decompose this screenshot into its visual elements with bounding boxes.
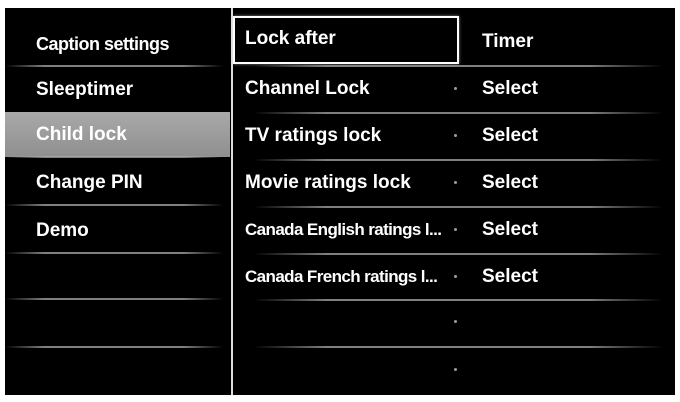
menu-item-empty: [5, 256, 230, 301]
row-dot: [454, 275, 457, 278]
row-dot: [454, 320, 457, 323]
submenu-item-channel-lock[interactable]: Channel Lock: [233, 66, 459, 112]
menu-item-sleeptimer[interactable]: Sleeptimer: [5, 67, 230, 112]
submenu-item-movie-ratings-lock[interactable]: Movie ratings lock: [233, 160, 459, 206]
divider: [5, 65, 223, 67]
divider: [5, 204, 223, 206]
row-dot: [454, 87, 457, 90]
value-movie-ratings-select[interactable]: Select: [465, 160, 675, 206]
divider: [5, 156, 223, 158]
divider: [5, 252, 223, 254]
divider: [253, 346, 663, 348]
tv-menu-screen: Caption settings Sleeptimer Child lock C…: [5, 8, 675, 395]
submenu-item-canada-french-ratings[interactable]: Canada French ratings l...: [233, 254, 459, 300]
row-dot: [454, 368, 457, 371]
submenu-item-canada-english-ratings[interactable]: Canada English ratings l...: [233, 207, 459, 253]
divider: [5, 298, 223, 300]
menu-item-empty: [5, 301, 230, 346]
menu-item-child-lock[interactable]: Child lock: [5, 112, 230, 157]
value-lock-after-timer[interactable]: Timer: [465, 19, 675, 65]
row-dot: [454, 181, 457, 184]
submenu-item-lock-after[interactable]: Lock after: [233, 16, 459, 64]
row-dot: [454, 228, 457, 231]
menu-item-caption-settings[interactable]: Caption settings: [5, 22, 230, 67]
value-canada-french-select[interactable]: Select: [465, 254, 675, 300]
divider: [5, 346, 223, 348]
value-tv-ratings-select[interactable]: Select: [465, 113, 675, 159]
menu-item-change-pin[interactable]: Change PIN: [5, 160, 230, 205]
menu-item-demo[interactable]: Demo: [5, 208, 230, 253]
submenu-item-tv-ratings-lock[interactable]: TV ratings lock: [233, 113, 459, 159]
value-canada-english-select[interactable]: Select: [465, 207, 675, 253]
value-channel-lock-select[interactable]: Select: [465, 66, 675, 112]
row-dot: [454, 134, 457, 137]
